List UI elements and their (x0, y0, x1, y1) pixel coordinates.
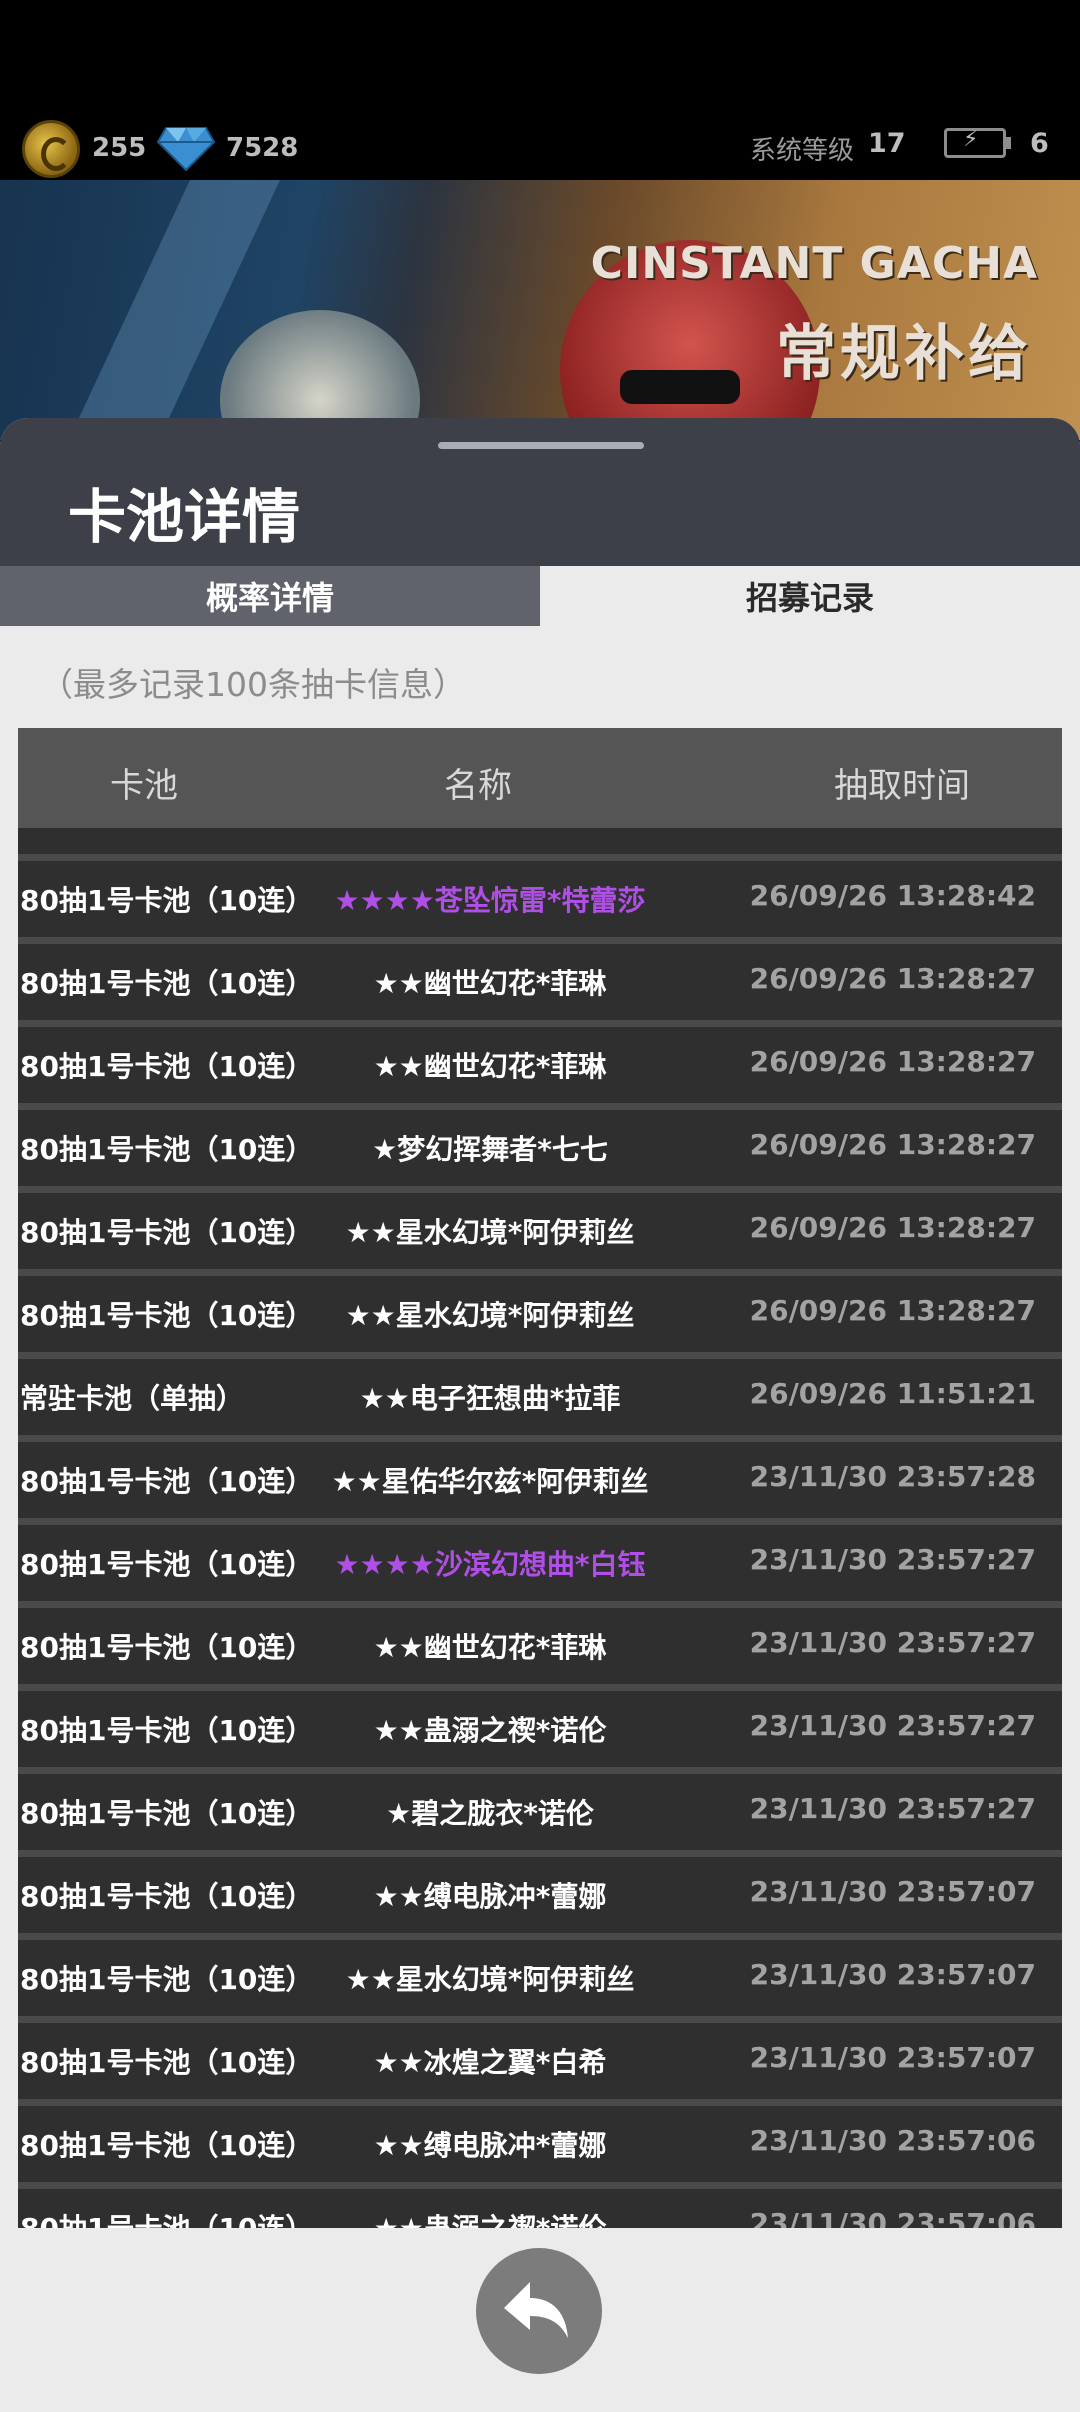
coin-count: 255 (92, 133, 147, 163)
column-header-time: 抽取时间 (834, 766, 970, 806)
table-row: 80抽1号卡池（10连） ★★★★苍坠惊雷*特蕾莎 26/09/26 13:28:4… (18, 861, 1062, 944)
table-row: 80抽1号卡池（10连） ★梦幻挥舞者*七七 26/09/26 13:28:27 (18, 1110, 1062, 1193)
row-draw-time: 26/09/26 13:28:27 (749, 1294, 1036, 1327)
row-draw-time: 23/11/30 23:57:27 (749, 1626, 1036, 1659)
table-row: 常驻卡池（单抽） ★★电子狂想曲*拉菲 26/09/26 11:51:21 (18, 1359, 1062, 1442)
pool-detail-panel: 卡池详情 概率详情 招募记录 （最多记录100条抽卡信息） 卡池 名称 抽取时间… (0, 418, 1080, 2412)
row-draw-time: 26/09/26 13:28:27 (749, 962, 1036, 995)
row-character-name: ★★星佑华尔兹*阿伊莉丝 (331, 1465, 649, 1498)
table-row: 80抽1号卡池（10连） ★★星佑华尔兹*阿伊莉丝 23/11/30 23:57:2… (18, 1442, 1062, 1525)
row-draw-time: 23/11/30 23:57:27 (749, 1792, 1036, 1825)
table-row: 80抽1号卡池（10连） ★★幽世幻花*菲琳 26/09/26 13:28:27 (18, 1027, 1062, 1110)
column-header-name: 名称 (444, 766, 512, 806)
back-arrow-icon (504, 2282, 568, 2338)
table-row: 80抽1号卡池（10连） ★★星水幻境*阿伊莉丝 26/09/26 13:28:27 (18, 1276, 1062, 1359)
table-row: 80抽1号卡池（10连） ★★幽世幻花*菲琳 26/09/26 13:28:27 (18, 944, 1062, 1027)
energy-battery-icon: ⚡ (944, 127, 1011, 158)
row-draw-time: 23/11/30 23:57:07 (749, 1875, 1036, 1908)
row-draw-time: 26/09/26 13:28:27 (749, 1045, 1036, 1078)
tab-bar: 概率详情 招募记录 (0, 566, 1080, 626)
row-character-name: ★★星水幻境*阿伊莉丝 (345, 1299, 635, 1332)
row-draw-time: 26/09/26 13:28:27 (749, 1128, 1036, 1161)
history-table[interactable]: 卡池 名称 抽取时间 80抽1号卡池（10连） ★★★★苍坠惊雷*特蕾莎 26/09… (18, 728, 1062, 2228)
row-draw-time: 23/11/30 23:57:06 (749, 2124, 1036, 2157)
row-character-name: ★★星水幻境*阿伊莉丝 (345, 1963, 635, 1996)
row-draw-time: 26/09/26 13:28:42 (749, 879, 1036, 912)
row-character-name: ★★幽世幻花*菲琳 (373, 1631, 607, 1664)
table-row: 80抽1号卡池（10连） ★★缚电脉冲*蕾娜 23/11/30 23:57:06 (18, 2106, 1062, 2189)
row-draw-time: 23/11/30 23:57:06 (749, 2207, 1036, 2228)
banner-sunglasses (620, 370, 740, 404)
row-character-name: ★★★★苍坠惊雷*特蕾莎 (334, 884, 646, 917)
table-row: 80抽1号卡池（10连）★★蛊溺之禊*诺伦23/11/30 23:57:06 (18, 2189, 1062, 2228)
system-level-label: 系统等级 (750, 136, 855, 166)
tab-recruit-history[interactable]: 招募记录 (540, 566, 1080, 626)
table-row: 80抽1号卡池（10连） ★★★★沙滨幻想曲*白钰 23/11/30 23:57:2… (18, 1525, 1062, 1608)
row-character-name: ★★蛊溺之禊*诺伦 (240, 2207, 740, 2228)
gold-coin-icon (22, 120, 80, 178)
row-character-name: ★★幽世幻花*菲琳 (373, 1050, 607, 1083)
table-row: 80抽1号卡池（10连） ★★星水幻境*阿伊莉丝 26/09/26 13:28:27 (18, 1193, 1062, 1276)
system-level-value: 17 (868, 128, 906, 159)
energy-value: 6 (1030, 128, 1049, 159)
panel-header: 卡池详情 (0, 418, 1080, 566)
table-row: 80抽1号卡池（10连） ★★冰煌之翼*白希 23/11/30 23:57:07 (18, 2023, 1062, 2106)
diamond-icon (156, 127, 216, 172)
row-draw-time: 23/11/30 23:57:07 (749, 2041, 1036, 2074)
row-draw-time: 23/11/30 23:57:07 (749, 1958, 1036, 1991)
table-row: 80抽1号卡池（10连） ★碧之胧衣*诺伦 23/11/30 23:57:27 (18, 1774, 1062, 1857)
column-header-pool: 卡池 (110, 766, 178, 806)
panel-title: 卡池详情 (68, 483, 301, 551)
row-character-name: ★★冰煌之翼*白希 (373, 2046, 607, 2079)
table-header: 卡池 名称 抽取时间 (18, 728, 1062, 828)
table-row: 80抽1号卡池（10连） ★★缚电脉冲*蕾娜 23/11/30 23:57:07 (18, 1857, 1062, 1940)
row-character-name: ★★电子狂想曲*拉菲 (359, 1382, 621, 1415)
row-character-name: ★梦幻挥舞者*七七 (372, 1133, 608, 1166)
record-limit-note: （最多记录100条抽卡信息） (40, 665, 466, 704)
tab-probability-details[interactable]: 概率详情 (0, 566, 540, 626)
row-character-name: ★碧之胧衣*诺伦 (386, 1797, 594, 1830)
top-status-bar: 255 7528 系统等级 17 ⚡ 6 (0, 0, 1080, 190)
row-draw-time: 23/11/30 23:57:27 (749, 1709, 1036, 1742)
banner-title-cn: 常规补给 (776, 319, 1032, 389)
row-character-name: ★★缚电脉冲*蕾娜 (373, 1880, 607, 1913)
row-character-name: ★★星水幻境*阿伊莉丝 (345, 1216, 635, 1249)
row-draw-time: 26/09/26 11:51:21 (749, 1377, 1036, 1410)
row-character-name: ★★幽世幻花*菲琳 (373, 967, 607, 1000)
table-row: 80抽1号卡池（10连） ★★幽世幻花*菲琳 23/11/30 23:57:27 (18, 1608, 1062, 1691)
gacha-banner: CINSTANT GACHA 常规补给 (0, 180, 1080, 440)
row-character-name: ★★★★沙滨幻想曲*白钰 (334, 1548, 646, 1581)
row-pool: 常驻卡池（单抽） (20, 1382, 245, 1415)
row-draw-time: 26/09/26 13:28:27 (749, 1211, 1036, 1244)
banner-title-en: CINSTANT GACHA (590, 238, 1038, 289)
row-character-name: ★★蛊溺之禊*诺伦 (373, 1714, 607, 1747)
drag-handle[interactable] (438, 442, 644, 449)
row-draw-time: 23/11/30 23:57:27 (749, 1543, 1036, 1576)
table-row: 80抽1号卡池（10连） ★★蛊溺之禊*诺伦 23/11/30 23:57:27 (18, 1691, 1062, 1774)
back-button[interactable] (476, 2248, 602, 2374)
table-row: 80抽1号卡池（10连） ★★星水幻境*阿伊莉丝 23/11/30 23:57:07 (18, 1940, 1062, 2023)
gem-count: 7528 (226, 133, 299, 163)
row-character-name: ★★缚电脉冲*蕾娜 (373, 2129, 607, 2162)
row-draw-time: 23/11/30 23:57:28 (749, 1460, 1036, 1493)
